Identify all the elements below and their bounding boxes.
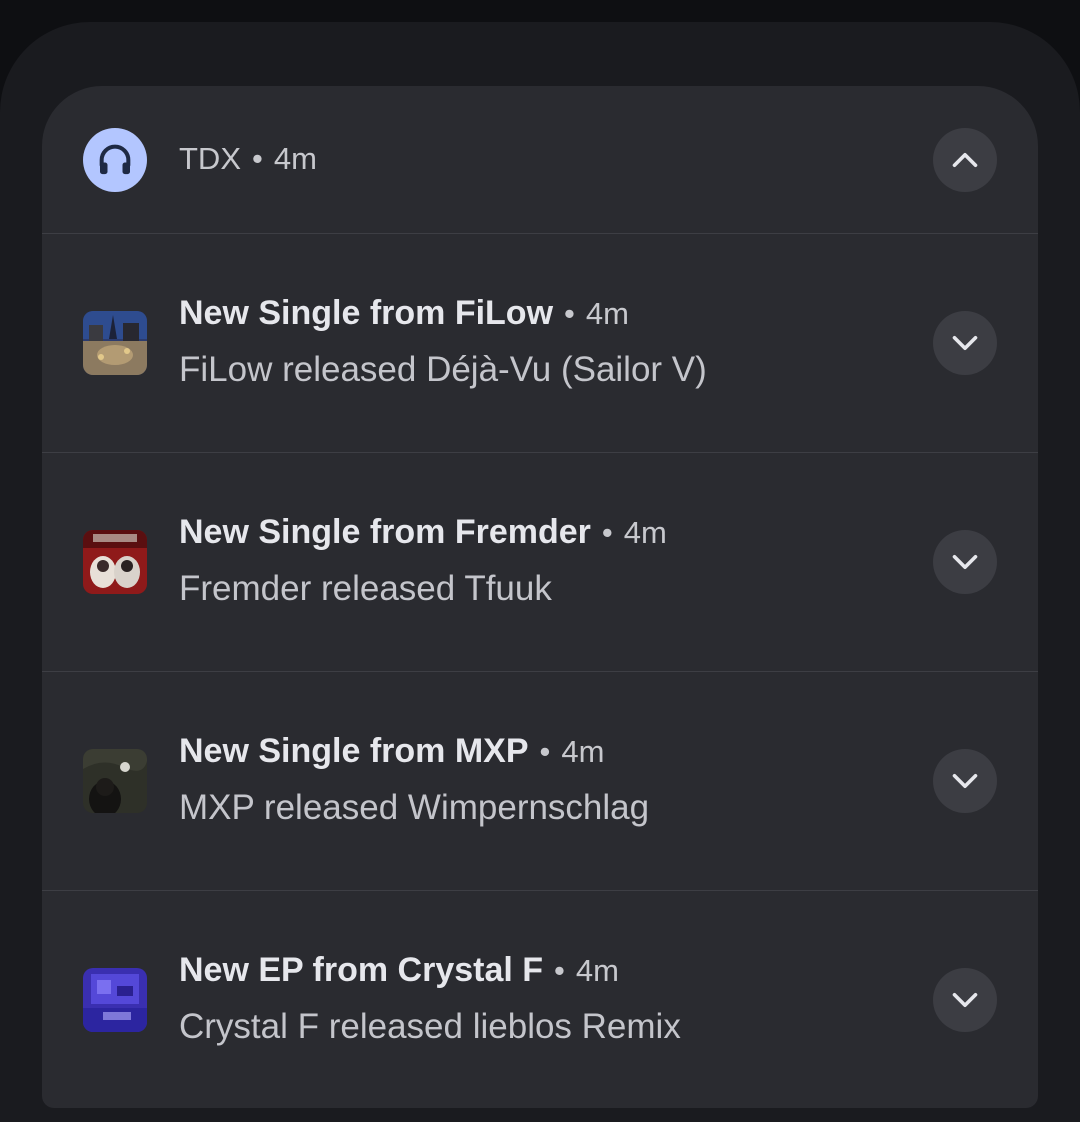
expand-button[interactable] xyxy=(933,311,997,375)
notification-group-header[interactable]: TDX • 4m xyxy=(42,86,1038,234)
app-name: TDX xyxy=(179,141,241,176)
expand-button[interactable] xyxy=(933,530,997,594)
chevron-up-icon xyxy=(952,152,978,168)
separator: • xyxy=(601,515,613,550)
notification-time: 4m xyxy=(561,734,605,769)
notification-body: Crystal F released lieblos Remix xyxy=(179,1007,681,1046)
collapse-button[interactable] xyxy=(933,128,997,192)
cover-art-thumbnail xyxy=(83,530,147,594)
notification-time: 4m xyxy=(575,953,619,988)
notification-item[interactable]: New Single from MXP • 4m MXP released Wimp… xyxy=(42,672,1038,891)
notification-body: FiLow released Déjà-Vu (Sailor V) xyxy=(179,350,707,389)
separator: • xyxy=(554,953,565,988)
chevron-down-icon xyxy=(952,554,978,570)
cover-art-thumbnail xyxy=(83,749,147,813)
notification-text: New Single from MXP • 4m MXP released Wimp… xyxy=(179,730,649,829)
notification-text: New EP from Crystal F • 4m Crystal F relea… xyxy=(179,949,681,1048)
expand-button[interactable] xyxy=(933,749,997,813)
notification-group-card[interactable]: TDX • 4m New Single from FiLow • 4m FiLo… xyxy=(42,86,1038,1108)
separator: • xyxy=(564,296,575,331)
notification-title: New EP from Crystal F xyxy=(179,951,544,989)
headphones-icon xyxy=(83,128,147,192)
notification-shade: TDX • 4m New Single from FiLow • 4m FiLo… xyxy=(0,22,1080,1122)
notification-time: 4m xyxy=(585,296,629,331)
expand-button[interactable] xyxy=(933,968,997,1032)
notification-body: Fremder released Tfuuk xyxy=(179,569,552,608)
chevron-down-icon xyxy=(952,773,978,789)
chevron-down-icon xyxy=(952,992,978,1008)
notification-item[interactable]: New EP from Crystal F • 4m Crystal F relea… xyxy=(42,891,1038,1108)
notification-text: New Single from FiLow • 4m FiLow released … xyxy=(179,292,707,391)
group-time: 4m xyxy=(273,141,317,176)
cover-art-thumbnail xyxy=(83,968,147,1032)
separator: • xyxy=(252,141,263,176)
notification-item[interactable]: New Single from Fremder • 4m Fremder relea… xyxy=(42,453,1038,672)
notification-item[interactable]: New Single from FiLow • 4m FiLow released … xyxy=(42,234,1038,453)
notification-time: 4m xyxy=(623,515,667,550)
app-meta: TDX • 4m xyxy=(179,141,317,177)
notification-body: MXP released Wimpernschlag xyxy=(179,788,650,827)
notification-text: New Single from Fremder • 4m Fremder relea… xyxy=(179,511,667,610)
cover-art-thumbnail xyxy=(83,311,147,375)
notification-title: New Single from MXP xyxy=(179,732,529,770)
notification-title: New Single from Fremder xyxy=(179,513,591,551)
notification-title: New Single from FiLow xyxy=(179,294,554,332)
separator: • xyxy=(539,734,551,769)
chevron-down-icon xyxy=(952,335,978,351)
